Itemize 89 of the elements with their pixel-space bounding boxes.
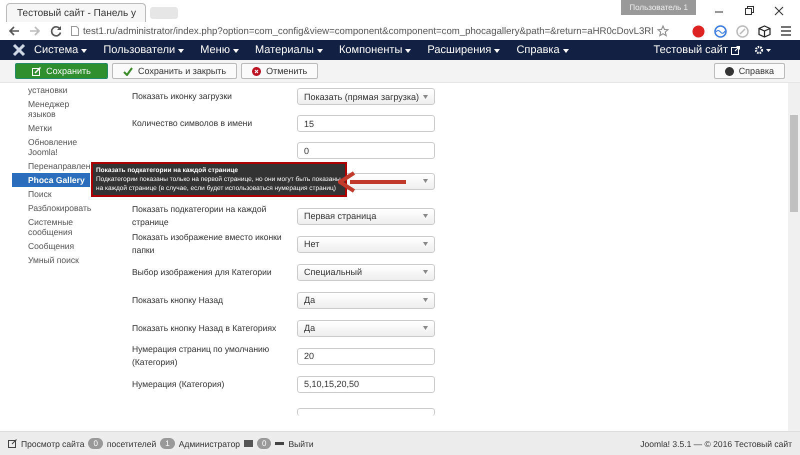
cancel-icon [252,66,262,76]
field-label: Показать изображение вместо иконки папки [132,231,283,257]
select-field[interactable]: Да [297,292,435,308]
address-field[interactable]: test1.ru/administrator/index.php?option=com_config&view=component&component=com_phocagallery&path=&return=aHR0cDovL3Rl [71,25,683,37]
nav-menu-item[interactable]: Система [26,44,96,56]
save-close-button[interactable]: Сохранить и закрыть [112,63,238,79]
field-label: Нумерация страниц по умолчанию (Категория) [132,343,270,369]
joomla-logo-icon[interactable] [12,43,26,57]
site-link[interactable]: Тестовый сайт [645,44,731,56]
settings-icon[interactable] [754,45,772,55]
stop-sign-icon[interactable] [692,24,705,38]
admins-label: Администратор [178,438,240,448]
nav-menu-item[interactable]: Меню [192,44,248,56]
sidebar-item[interactable]: Разблокировать [12,201,90,215]
caret-icon [405,49,412,53]
caret-icon [178,49,184,53]
user-badge: Пользователь 1 [621,0,696,15]
select-field[interactable]: Первая страница [297,208,435,224]
count-badge: 0 [257,438,272,449]
input-field[interactable]: 5,10,15,20,50 [297,376,435,392]
caret-icon [316,49,323,53]
field-label: Показать подкатегории на каждой странице [132,203,268,229]
scrollbar-thumb[interactable] [790,115,798,212]
sidebar-item[interactable]: Метки [12,121,90,135]
caret-icon [494,49,500,53]
help-button[interactable]: Справка [714,63,785,79]
envelope-icon [244,440,254,447]
nav-menu-item[interactable]: Материалы [247,44,331,56]
edit-icon [32,66,42,76]
sidebar-item[interactable]: Менеджер языков [12,97,90,121]
select-field[interactable]: Да [297,320,435,336]
field-label: Нумерация (Категория) [132,378,226,390]
nav-menu-item[interactable]: Компоненты [330,44,420,56]
copyright-text: Joomla! 3.5.1 — © 2016 Тестовый сайт [640,438,792,448]
field-label: Показать иконку загрузки [132,90,233,103]
count-badge: 0 [88,438,103,449]
select-field[interactable]: Нет [297,236,435,252]
input-field[interactable]: 15 [297,115,435,132]
minus-icon [275,442,284,445]
sidebar-item[interactable]: Поиск [12,187,90,201]
input-field[interactable]: 0 [297,142,435,159]
field-label: Показать кнопку Назад [132,294,224,306]
browser-tab[interactable]: Тестовый сайт - Панель у [6,3,146,22]
save-button[interactable]: Сохранить [15,63,108,79]
view-site-link[interactable]: Просмотр сайта [21,438,84,448]
select-field[interactable]: Специальный [297,264,435,280]
nav-menu-item[interactable]: Справка [508,44,577,56]
wave-icon[interactable] [714,24,727,38]
caret-icon [423,179,428,183]
cancel-button[interactable]: Отменить [241,63,318,79]
menu-icon[interactable] [780,25,792,37]
external-link-icon [731,46,740,54]
field-label: Выбор изображения для Категории [132,266,273,278]
field-label: Показать кнопку Назад в Категориях [132,322,278,334]
caret-icon [81,49,88,53]
field-label: Количество символов в имени [132,117,254,130]
star-icon[interactable] [657,25,670,37]
caret-icon [233,49,240,53]
sidebar-item[interactable]: Перенаправлен [12,159,90,173]
check-icon [123,66,133,76]
caret-icon [423,94,428,98]
logout-link[interactable]: Выйти [288,438,314,448]
caret-icon [423,298,428,302]
caret-icon [562,49,569,53]
sidebar-item[interactable]: Phoca Gallery [12,173,90,187]
restore-icon[interactable] [744,6,754,16]
input-field[interactable] [297,408,435,416]
count-badge: 1 [160,438,175,449]
external-link-icon [8,439,17,448]
visitors-label: посетителей [106,438,156,448]
cube-icon[interactable] [758,24,771,38]
caret-icon [423,214,428,218]
sidebar-item[interactable]: Сообщения [12,239,90,253]
sidebar-item[interactable]: Умный поиск [12,253,90,267]
sidebar-item[interactable]: Системные сообщения [12,215,90,239]
input-field[interactable]: 20 [297,348,435,364]
nav-menu-item[interactable]: Пользователи [95,44,192,56]
close-icon[interactable] [774,6,784,16]
sidebar-item[interactable]: Обновление Joomla! [12,135,90,159]
sidebar-item[interactable]: установки [12,83,90,97]
select-field[interactable]: Показать (прямая загрузка) [297,88,435,105]
help-icon [724,66,734,76]
back-icon[interactable] [8,25,20,37]
nav-menu-item[interactable]: Расширения [419,44,508,56]
reload-icon[interactable] [50,25,62,37]
caret-icon [423,242,428,246]
page-icon [71,26,79,36]
caret-icon [423,326,428,330]
caret-icon [423,270,428,274]
